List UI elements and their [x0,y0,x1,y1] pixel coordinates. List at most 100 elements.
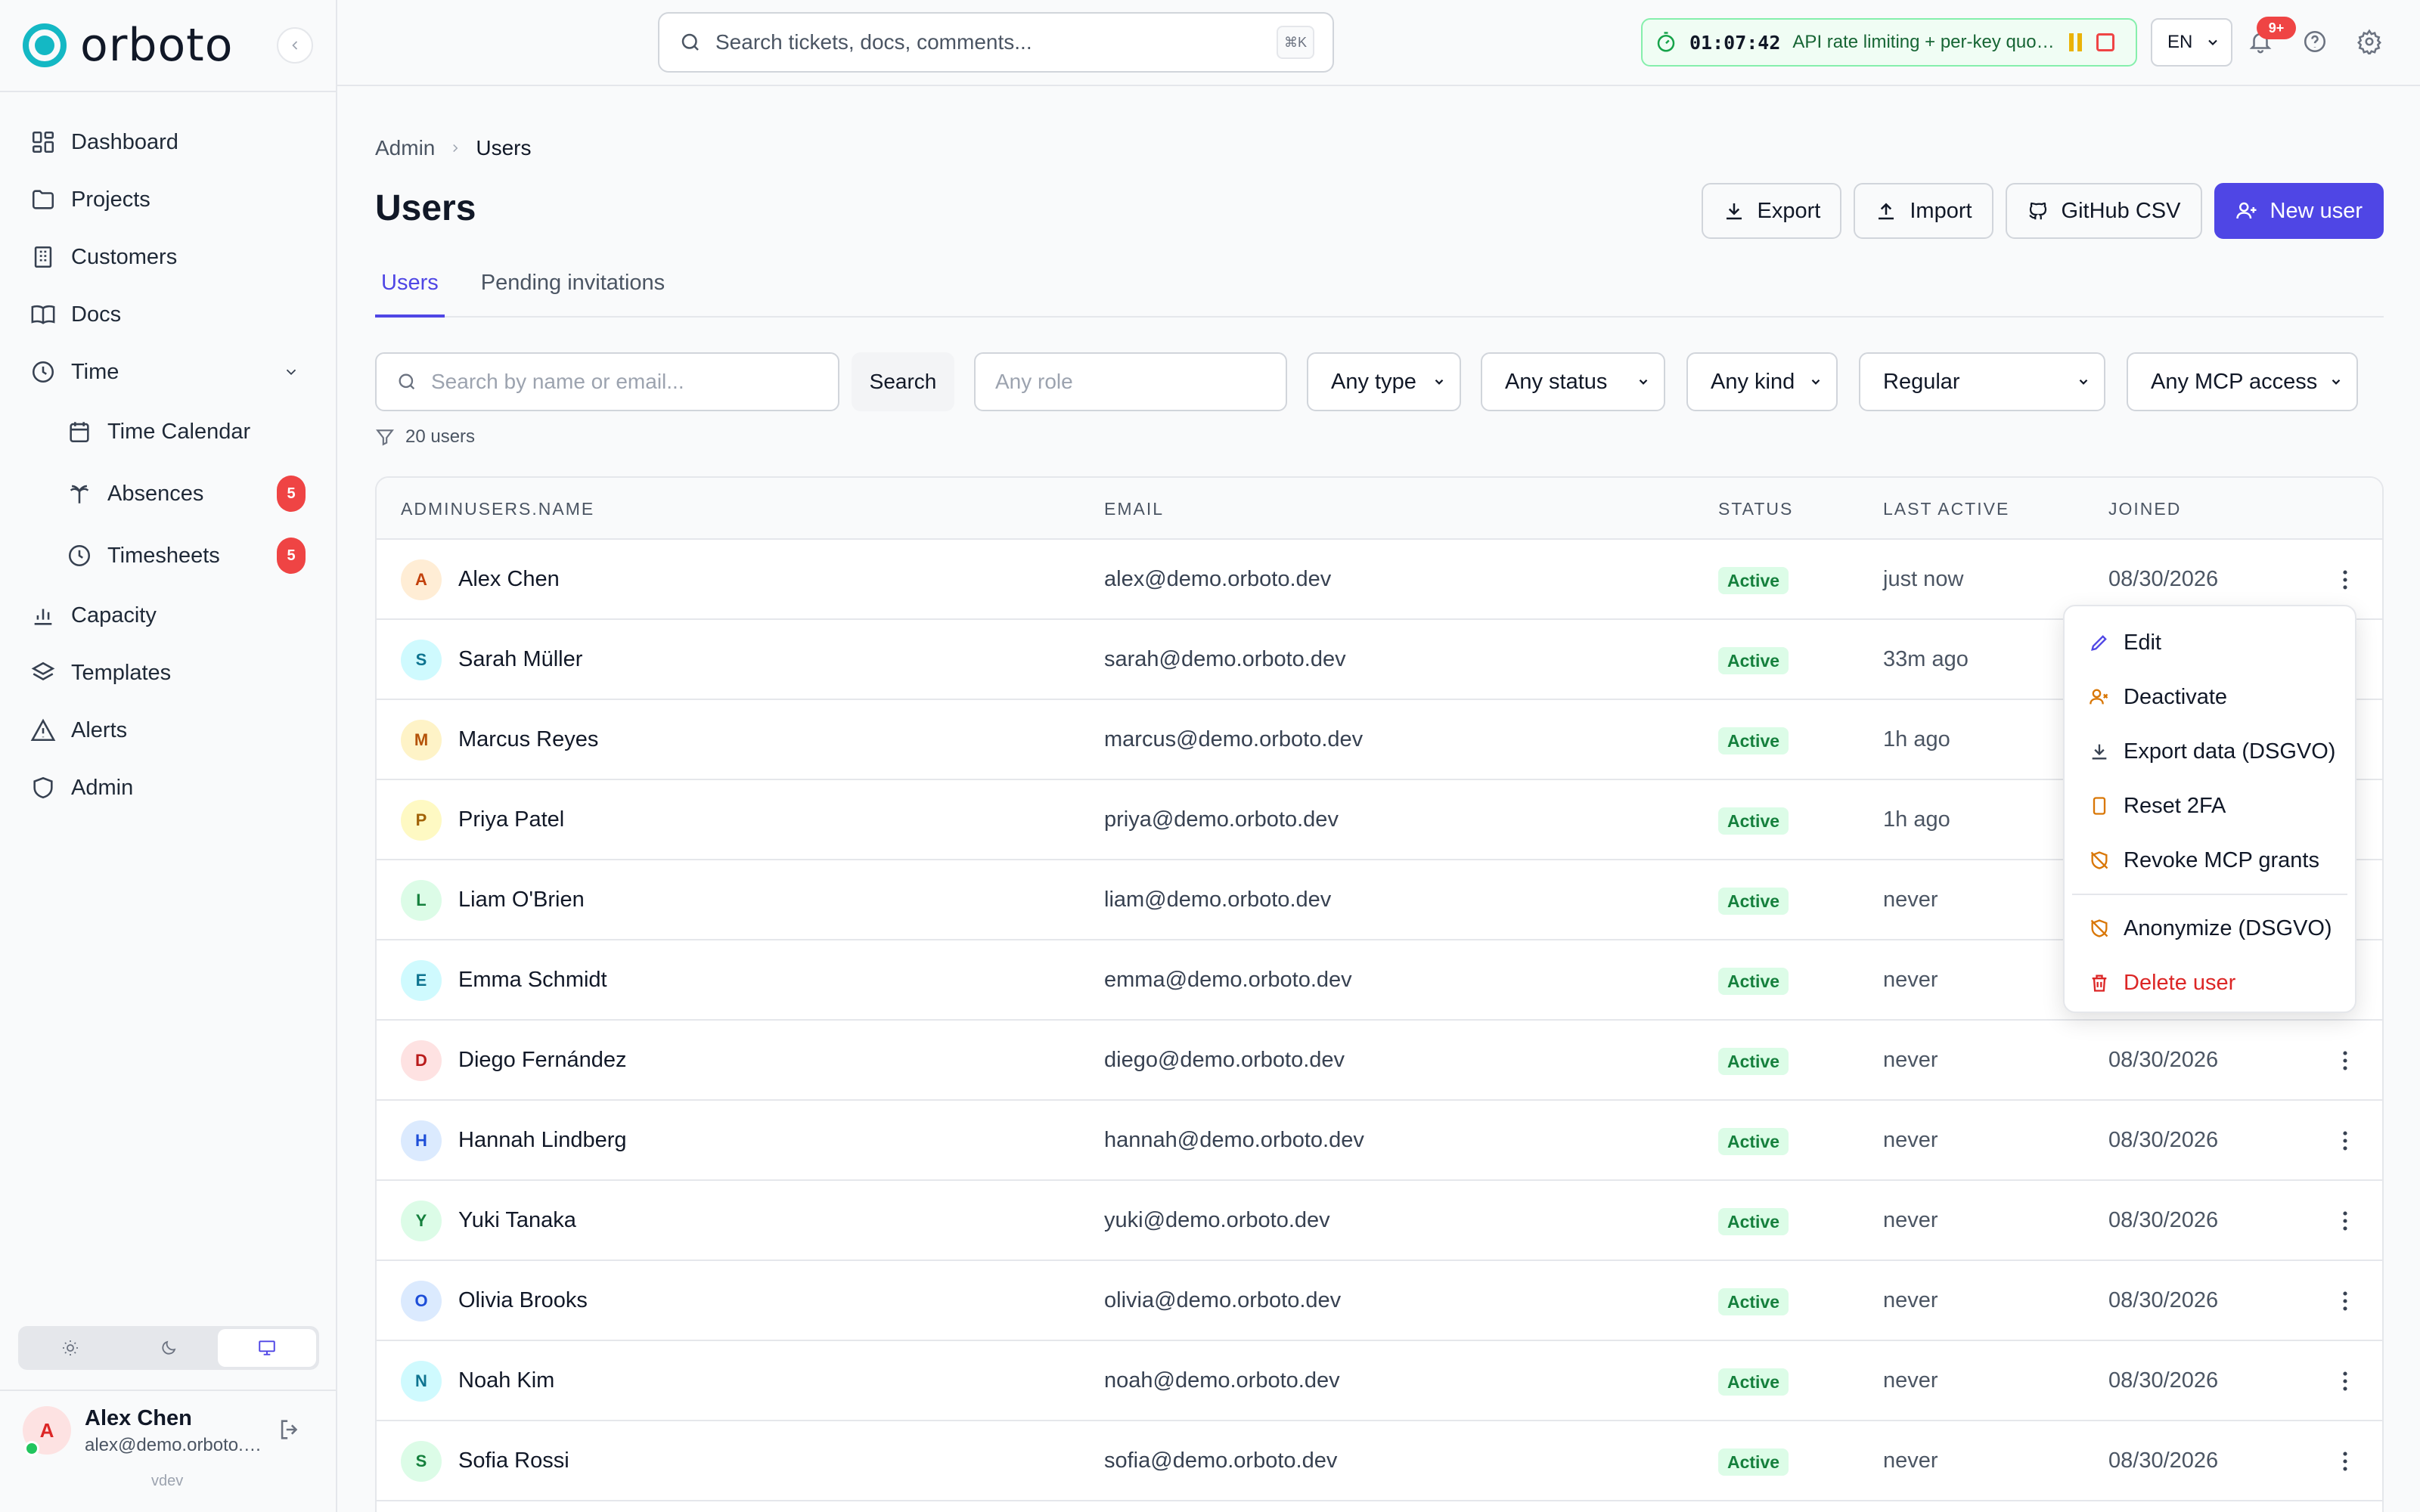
timesheets-count-badge: 5 [277,538,306,574]
table-row[interactable]: D Diego Fernández diego@demo.orboto.dev Act… [377,1021,2382,1101]
brand[interactable]: orboto [23,19,233,72]
export-button[interactable]: Export [1701,183,1842,239]
user-name-cell[interactable]: Noah Kim [458,1368,554,1393]
menu-item-reset-2fa[interactable]: Reset 2FA [2065,779,2355,833]
table-row[interactable]: H Hannah Lindberg hannah@demo.orboto.dev Ac… [377,1101,2382,1181]
more-vertical-icon [2343,1371,2347,1391]
role-filter-input[interactable]: Any role [974,352,1287,411]
menu-item-export-data[interactable]: Export data (DSGVO) [2065,724,2355,779]
status-badge: Active [1718,1448,1789,1476]
shield-off-icon [2090,919,2108,937]
tab-pending-invitations[interactable]: Pending invitations [475,260,671,318]
menu-item-anonymize[interactable]: Anonymize (DSGVO) [2065,901,2355,956]
table-row[interactable]: S Sofia Rossi sofia@demo.orboto.dev Active n… [377,1421,2382,1501]
dashboard-icon [32,131,54,153]
chevron-down-icon [1639,379,1648,385]
column-header-joined[interactable]: JOINED [2108,499,2181,519]
user-name-cell[interactable]: Marcus Reyes [458,727,598,752]
user-name-cell[interactable]: Priya Patel [458,807,564,832]
row-actions-button[interactable] [2332,567,2358,593]
logout-button[interactable] [277,1417,302,1442]
column-header-status[interactable]: STATUS [1718,499,1793,519]
sidebar-item-customers[interactable]: Customers [18,228,321,286]
theme-dark-button[interactable] [119,1329,218,1367]
user-name-cell[interactable]: Emma Schmidt [458,968,607,993]
menu-item-revoke-mcp-grants[interactable]: Revoke MCP grants [2065,833,2355,888]
column-header-email[interactable]: EMAIL [1104,499,1164,519]
row-actions-button[interactable] [2332,1048,2358,1074]
user-email-cell: marcus@demo.orboto.dev [1104,727,1364,751]
collapse-sidebar-button[interactable] [277,27,313,64]
row-actions-button[interactable] [2332,1368,2358,1394]
mcp-access-filter-select[interactable]: Any MCP access [2127,352,2358,411]
type-filter-select[interactable]: Any type [1307,352,1461,411]
sidebar: orboto Dashboard Projects Customers Docs… [0,0,337,1512]
pause-icon[interactable] [2069,33,2084,51]
kind-filter-value: Any kind [1711,369,1795,394]
global-search-input[interactable]: Search tickets, docs, comments... ⌘K [658,12,1334,73]
type-filter-value: Any type [1331,369,1416,394]
column-header-last-active[interactable]: LAST ACTIVE [1883,499,2009,519]
search-icon [399,373,415,390]
row-actions-button[interactable] [2332,1288,2358,1314]
stop-icon[interactable] [2096,33,2115,51]
sidebar-item-docs[interactable]: Docs [18,286,321,343]
last-active-cell: never [1883,1288,1938,1312]
theme-system-button[interactable] [218,1329,316,1367]
regularity-filter-select[interactable]: Regular [1859,352,2105,411]
status-filter-select[interactable]: Any status [1481,352,1665,411]
row-actions-button[interactable] [2332,1128,2358,1154]
menu-item-delete-user[interactable]: Delete user [2065,956,2355,1010]
user-name-cell[interactable]: Diego Fernández [458,1048,626,1073]
table-row[interactable]: N Noah Kim noah@demo.orboto.dev Active never… [377,1341,2382,1421]
sidebar-item-alerts[interactable]: Alerts [18,702,321,759]
sidebar-item-time-calendar[interactable]: Time Calendar [18,401,321,463]
table-row[interactable]: O Olivia Brooks olivia@demo.orboto.dev Acti… [377,1261,2382,1341]
menu-item-deactivate[interactable]: Deactivate [2065,670,2355,724]
sidebar-item-admin[interactable]: Admin [18,759,321,816]
user-search-input[interactable]: Search by name or email... [375,352,839,411]
calendar-icon [70,422,89,443]
breadcrumb-admin[interactable]: Admin [375,136,435,160]
settings-button[interactable] [2356,29,2382,54]
user-name-cell[interactable]: Sofia Rossi [458,1448,569,1473]
menu-item-edit[interactable]: Edit [2065,615,2355,670]
alert-icon [30,718,56,742]
table-row[interactable]: Y Yuki Tanaka yuki@demo.orboto.dev Active ne… [377,1181,2382,1261]
user-x-icon [2090,689,2108,705]
user-name-cell[interactable]: Liam O'Brien [458,888,585,912]
row-actions-button[interactable] [2332,1448,2358,1474]
sidebar-item-label: Docs [71,302,122,327]
user-name-cell[interactable]: Alex Chen [458,567,560,592]
current-user-card[interactable]: A Alex Chen alex@demo.orboto.dev [23,1406,325,1464]
user-name-cell[interactable]: Hannah Lindberg [458,1128,627,1153]
sidebar-item-projects[interactable]: Projects [18,171,321,228]
user-name-cell[interactable]: Sarah Müller [458,647,582,672]
regularity-filter-value: Regular [1883,369,1960,394]
sidebar-item-dashboard[interactable]: Dashboard [18,113,321,171]
sidebar-item-templates[interactable]: Templates [18,644,321,702]
chevron-down-icon [1811,379,1820,385]
search-button[interactable]: Search [852,352,954,411]
sidebar-item-capacity[interactable]: Capacity [18,587,321,644]
search-icon [681,33,699,51]
sidebar-item-time[interactable]: Time [18,343,321,401]
sidebar-item-timesheets[interactable]: Timesheets 5 [18,525,321,587]
kind-filter-select[interactable]: Any kind [1686,352,1838,411]
column-header-name[interactable]: ADMINUSERS.NAME [401,499,594,519]
new-user-button[interactable]: New user [2214,183,2384,239]
sun-icon [63,1340,78,1356]
tabs: Users Pending invitations [375,260,2384,318]
tab-users[interactable]: Users [375,260,445,318]
sidebar-item-absences[interactable]: Absences 5 [18,463,321,525]
running-timer[interactable]: 01:07:42 API rate limiting + per-key quo… [1641,18,2137,67]
row-actions-button[interactable] [2332,1208,2358,1234]
theme-light-button[interactable] [21,1329,119,1367]
user-name-cell[interactable]: Yuki Tanaka [458,1208,576,1233]
language-select[interactable]: EN [2151,18,2232,67]
user-name-cell[interactable]: Olivia Brooks [458,1288,588,1313]
github-csv-button[interactable]: GitHub CSV [2005,183,2202,239]
help-button[interactable] [2302,29,2328,54]
import-button[interactable]: Import [1854,183,1993,239]
pencil-icon [2091,635,2107,651]
